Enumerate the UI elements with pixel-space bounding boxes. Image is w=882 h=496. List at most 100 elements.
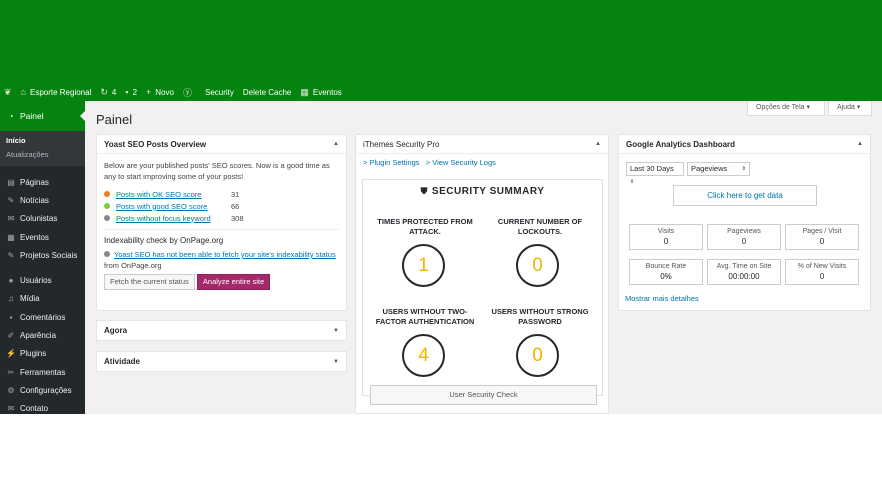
site-name-link[interactable]: ⌂ Esporte Regional [21,87,92,97]
expand-arrow-icon[interactable]: ▼ [333,328,339,334]
metric-box: % of New Visits 0 [785,259,859,285]
agora-widget-header[interactable]: Agora ▼ [97,321,346,340]
agora-widget: Agora ▼ [96,320,347,341]
sidebar-item-comentarios[interactable]: ▪ Comentários [0,308,85,326]
security-summary-panel: ⛊ SECURITY SUMMARY TIMES PROTECTED FROM A… [362,179,603,405]
pages-icon: ▤ [7,177,15,187]
sidebar-item-midia[interactable]: ♫ Mídia [0,290,85,308]
stat-label: USERS WITHOUT STRONG PASSWORD [491,307,589,326]
sidebar-item-ferramentas[interactable]: ✂ Ferramentas [0,363,85,381]
fetch-status-button[interactable]: Fetch the current status [104,274,195,290]
pin-icon: ✎ [7,195,15,205]
comments-link[interactable]: ▪ 2 [125,87,137,97]
submenu-atualizacoes[interactable]: Atualizações [6,148,85,162]
indexability-link[interactable]: Yoast SEO has not been able to fetch you… [114,250,336,259]
page-title: Painel [96,112,133,127]
collapse-arrow-icon[interactable]: ▲ [595,141,601,147]
score-link-good[interactable]: Posts with good SEO score [116,201,231,212]
stat-circle: 4 [402,334,445,377]
collapse-arrow-icon[interactable]: ▲ [857,141,863,147]
dashboard-icon: ◔ [8,111,14,121]
ithemes-security-widget: iThemes Security Pro ▲ > Plugin Settings… [355,134,609,414]
ga-widget-header[interactable]: Google Analytics Dashboard ▲ [619,135,870,154]
sidebar-item-usuarios[interactable]: ● Usuários [0,271,85,289]
sidebar-item-paginas[interactable]: ▤ Páginas [0,173,85,191]
sidebar-item-configuracoes[interactable]: ⚙ Configurações [0,381,85,399]
indexability-suffix: from OnPage.org [104,261,162,270]
view-security-logs-link[interactable]: > View Security Logs [426,158,496,167]
sidebar-item-projetos-sociais[interactable]: ✎ Projetos Sociais [0,246,85,264]
get-data-button[interactable]: Click here to get data [673,185,817,206]
security-link[interactable]: Security [205,88,234,97]
sidebar-item-painel[interactable]: ◔ Painel [0,101,85,131]
mail-icon: ✉ [7,404,15,414]
new-content-link[interactable]: + Novo [146,87,174,97]
events-link[interactable]: ▦ Eventos [300,87,341,98]
atividade-widget-header[interactable]: Atividade ▼ [97,352,346,371]
metric-box: Visits 0 [629,224,703,250]
comment-icon: ▪ [125,87,129,97]
score-link-ok[interactable]: Posts with OK SEO score [116,189,231,200]
plugin-settings-link[interactable]: > Plugin Settings [363,158,420,167]
yoast-widget-header[interactable]: Yoast SEO Posts Overview ▲ [97,135,346,154]
header-banner [0,0,882,83]
ithemes-widget-header[interactable]: iThemes Security Pro ▲ [356,135,608,154]
yoast-intro: Below are your published posts' SEO scor… [104,161,330,181]
collapse-arrow-icon[interactable]: ▲ [333,141,339,147]
calendar-icon: ▦ [300,86,309,97]
score-row: Posts without focus keyword 308 [104,212,339,224]
score-dot-none [104,215,110,221]
analyze-site-button[interactable]: Analyze entire site [196,274,271,290]
metric-select[interactable]: Pageviews ⇕ [687,162,750,176]
stat-circle: 1 [402,244,445,287]
delete-cache-link[interactable]: Delete Cache [243,88,291,97]
select-arrows-icon: ⇕ [630,179,635,185]
plus-icon: + [146,87,152,97]
more-details-link[interactable]: Mostrar mais detalhes [625,294,699,303]
metric-box: Bounce Rate 0% [629,259,703,285]
sidebar-item-aparencia[interactable]: ✐ Aparência [0,326,85,344]
indexability-dot [104,251,110,257]
settings-icon: ⚙ [7,385,15,395]
sidebar-submenu: Início Atualizações [0,131,85,166]
sidebar-item-eventos[interactable]: ▦ Eventos [0,228,85,246]
metric-box: Avg. Time on Site 00:00:00 [707,259,781,285]
admin-sidebar: ◔ Painel Início Atualizações ▤ Páginas ✎ N… [0,101,85,414]
expand-arrow-icon[interactable]: ▼ [333,359,339,365]
score-dot-good [104,203,110,209]
sidebar-item-noticias[interactable]: ✎ Notícias [0,191,85,209]
sidebar-item-plugins[interactable]: ⚡ Plugins [0,345,85,363]
score-count: 308 [231,213,244,223]
plug-icon: ⚡ [6,349,16,359]
atividade-widget: Atividade ▼ [96,351,347,372]
comment-icon: ▪ [9,312,13,322]
security-summary-title: ⛊ SECURITY SUMMARY [420,186,545,197]
media-icon: ♫ [8,294,14,304]
wrench-icon: ✂ [7,367,15,377]
period-select[interactable]: Last 30 Days ⇕ [626,162,684,185]
stat-circle: 0 [516,244,559,287]
help-button[interactable]: Ajuda ▾ [828,101,872,116]
metric-box: Pages / Visit 0 [785,224,859,250]
main-content: Opções de Tela ▾ Ajuda ▾ Painel Yoast SE… [85,101,882,414]
stat-circle: 0 [516,334,559,377]
stat-label: TIMES PROTECTED FROM ATTACK. [377,217,473,236]
score-dot-ok [104,191,110,197]
comment-icon: ✉ [7,214,15,224]
metric-box: Pageviews 0 [707,224,781,250]
score-link-no-keyword[interactable]: Posts without focus keyword [116,213,231,224]
submenu-inicio[interactable]: Início [6,134,85,148]
screen-options-button[interactable]: Opções de Tela ▾ [747,101,825,116]
home-icon: ⌂ [20,87,26,97]
stat-label: USERS WITHOUT TWO-FACTOR AUTHENTICATION [375,307,475,326]
google-analytics-widget: Google Analytics Dashboard ▲ Last 30 Day… [618,134,871,311]
user-security-check-button[interactable]: User Security Check [370,385,597,405]
yoast-icon[interactable]: ⓨ [183,86,196,99]
sidebar-item-colunistas[interactable]: ✉ Colunistas [0,210,85,228]
user-icon: ● [8,276,14,286]
calendar-icon: ▦ [7,232,15,242]
score-count: 66 [231,201,240,211]
sidebar-item-contato[interactable]: ✉ Contato [0,400,85,418]
updates-link[interactable]: ↻ 4 [100,87,116,98]
wp-logo-icon[interactable]: ❦ [4,87,12,98]
